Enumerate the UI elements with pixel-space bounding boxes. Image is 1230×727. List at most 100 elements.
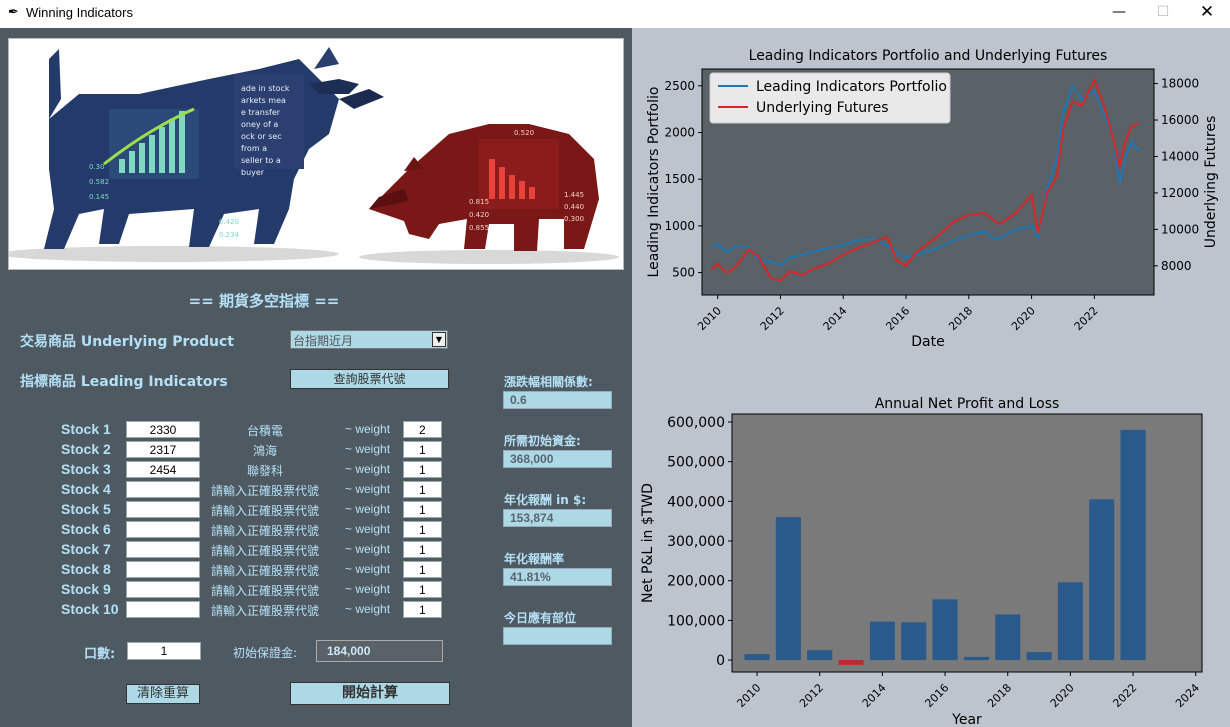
stock-name: 聯發科 — [246, 464, 283, 478]
stock-code-input[interactable]: 2330 — [126, 421, 200, 438]
weight-input[interactable]: 1 — [403, 501, 442, 518]
y-tick-label: 100,000 — [667, 613, 725, 629]
stock-label: Stock 4 — [61, 481, 111, 497]
x-tick-label: 2012 — [758, 304, 787, 333]
stock-code-input[interactable] — [126, 581, 200, 598]
title-bar: ✒ Winning Indicators — ☐ ✕ — [0, 0, 1230, 26]
weight-label: ~ weight — [345, 422, 391, 436]
y-tick-label: 500 — [672, 266, 695, 280]
window-title: Winning Indicators — [26, 5, 133, 20]
stock-label: Stock 5 — [61, 501, 111, 517]
bar — [932, 599, 958, 661]
stock-label: Stock 9 — [61, 581, 111, 597]
x-axis-label: Date — [911, 334, 944, 350]
portfolio-futures-line-chart: Leading Indicators Portfolio and Underly… — [646, 48, 1219, 350]
y-tick-label: 0 — [716, 653, 725, 669]
svg-text:0.440: 0.440 — [564, 203, 584, 211]
stock-code-input[interactable] — [126, 481, 200, 498]
lookup-stock-code-button[interactable]: 查詢股票代號 — [290, 369, 449, 389]
chevron-down-icon[interactable]: ▼ — [432, 332, 446, 347]
x-tick-label: 2024 — [1173, 681, 1202, 710]
chart-title: Annual Net Profit and Loss — [875, 396, 1060, 412]
stock-code-input[interactable]: 2454 — [126, 461, 200, 478]
stock-name: 請輸入正確股票代號 — [210, 564, 319, 578]
contracts-input[interactable]: 1 — [127, 642, 201, 660]
result-label: 年化報酬 in $: — [504, 493, 587, 507]
x-tick-label: 2020 — [1009, 304, 1038, 333]
bar — [963, 656, 989, 661]
weight-label: ~ weight — [345, 442, 391, 456]
weight-input[interactable]: 1 — [403, 581, 442, 598]
stock-name: 請輸入正確股票代號 — [210, 484, 319, 498]
chart-title: Leading Indicators Portfolio and Underly… — [749, 48, 1108, 64]
stock-name: 請輸入正確股票代號 — [210, 504, 319, 518]
minimize-button[interactable]: — — [1096, 0, 1142, 26]
right-panel: Leading Indicators Portfolio and Underly… — [632, 28, 1230, 727]
x-tick-label: 2010 — [734, 681, 763, 710]
stock-code-input[interactable] — [126, 501, 200, 518]
stock-code-input[interactable] — [126, 561, 200, 578]
stock-name: 請輸入正確股票代號 — [210, 544, 319, 558]
annual-pnl-bar-chart: Annual Net Profit and Loss 2010 2012 2014 20… — [640, 396, 1203, 727]
bar — [838, 660, 864, 665]
stock-code-input[interactable] — [126, 521, 200, 538]
y2-tick-label: 12000 — [1161, 186, 1199, 200]
bar — [1057, 582, 1083, 661]
y-tick-label: 1000 — [664, 219, 695, 233]
result-value — [503, 627, 612, 645]
weight-input[interactable]: 1 — [403, 441, 442, 458]
stock-label: Stock 1 — [61, 421, 111, 437]
weight-input[interactable]: 2 — [403, 421, 442, 438]
x-tick-label: 2016 — [922, 681, 951, 710]
bar — [807, 650, 833, 661]
bar — [995, 614, 1021, 661]
bar — [901, 622, 927, 661]
maximize-button[interactable]: ☐ — [1140, 0, 1186, 26]
svg-text:0.420: 0.420 — [469, 211, 489, 219]
close-button[interactable]: ✕ — [1184, 0, 1230, 26]
weight-input[interactable]: 1 — [403, 481, 442, 498]
left-panel: ade in stock arkets mea e transfer oney of… — [0, 28, 632, 727]
y-tick-label: 1500 — [664, 172, 695, 186]
bar — [1026, 652, 1052, 661]
x-tick-label: 2010 — [695, 304, 724, 333]
stock-name: 請輸入正確股票代號 — [210, 584, 319, 598]
weight-input[interactable]: 1 — [403, 601, 442, 618]
stock-label: Stock 8 — [61, 561, 111, 577]
svg-text:ock or sec: ock or sec — [241, 132, 282, 141]
weight-input[interactable]: 1 — [403, 541, 442, 558]
svg-text:0.145: 0.145 — [89, 193, 109, 201]
result-label: 所需初始資金: — [504, 434, 581, 448]
weight-input[interactable]: 1 — [403, 561, 442, 578]
reset-button[interactable]: 清除重算 — [126, 684, 200, 704]
svg-text:0.855: 0.855 — [469, 224, 489, 232]
stock-label: Stock 7 — [61, 541, 111, 557]
stock-code-input[interactable]: 2317 — [126, 441, 200, 458]
stock-code-input[interactable] — [126, 541, 200, 558]
contracts-label: 口數: — [84, 647, 116, 662]
result-value: 153,874 — [503, 509, 612, 527]
weight-input[interactable]: 1 — [403, 521, 442, 538]
legend-label: Leading Indicators Portfolio — [756, 79, 947, 95]
bar — [1089, 499, 1115, 661]
weight-input[interactable]: 1 — [403, 461, 442, 478]
legend-label: Underlying Futures — [756, 100, 889, 116]
y2-tick-label: 14000 — [1161, 149, 1199, 163]
svg-text:e transfer: e transfer — [241, 108, 281, 117]
y-tick-label: 300,000 — [667, 534, 725, 550]
svg-text:0.234: 0.234 — [219, 231, 240, 239]
x-axis-label: Year — [951, 712, 982, 727]
bar — [869, 621, 895, 661]
y2-tick-label: 8000 — [1161, 259, 1192, 273]
svg-text:0.420: 0.420 — [219, 218, 239, 226]
start-calculation-button[interactable]: 開始計算 — [290, 682, 450, 705]
svg-text:ade in stock: ade in stock — [241, 84, 290, 93]
weight-label: ~ weight — [345, 582, 391, 596]
stock-code-input[interactable] — [126, 601, 200, 618]
bar — [775, 517, 801, 661]
svg-text:oney of a: oney of a — [241, 120, 278, 129]
svg-text:0.582: 0.582 — [89, 178, 109, 186]
x-tick-label: 2014 — [860, 681, 889, 710]
weight-label: ~ weight — [345, 502, 391, 516]
underlying-product-select[interactable]: 台指期近月 ▼ — [290, 330, 448, 349]
